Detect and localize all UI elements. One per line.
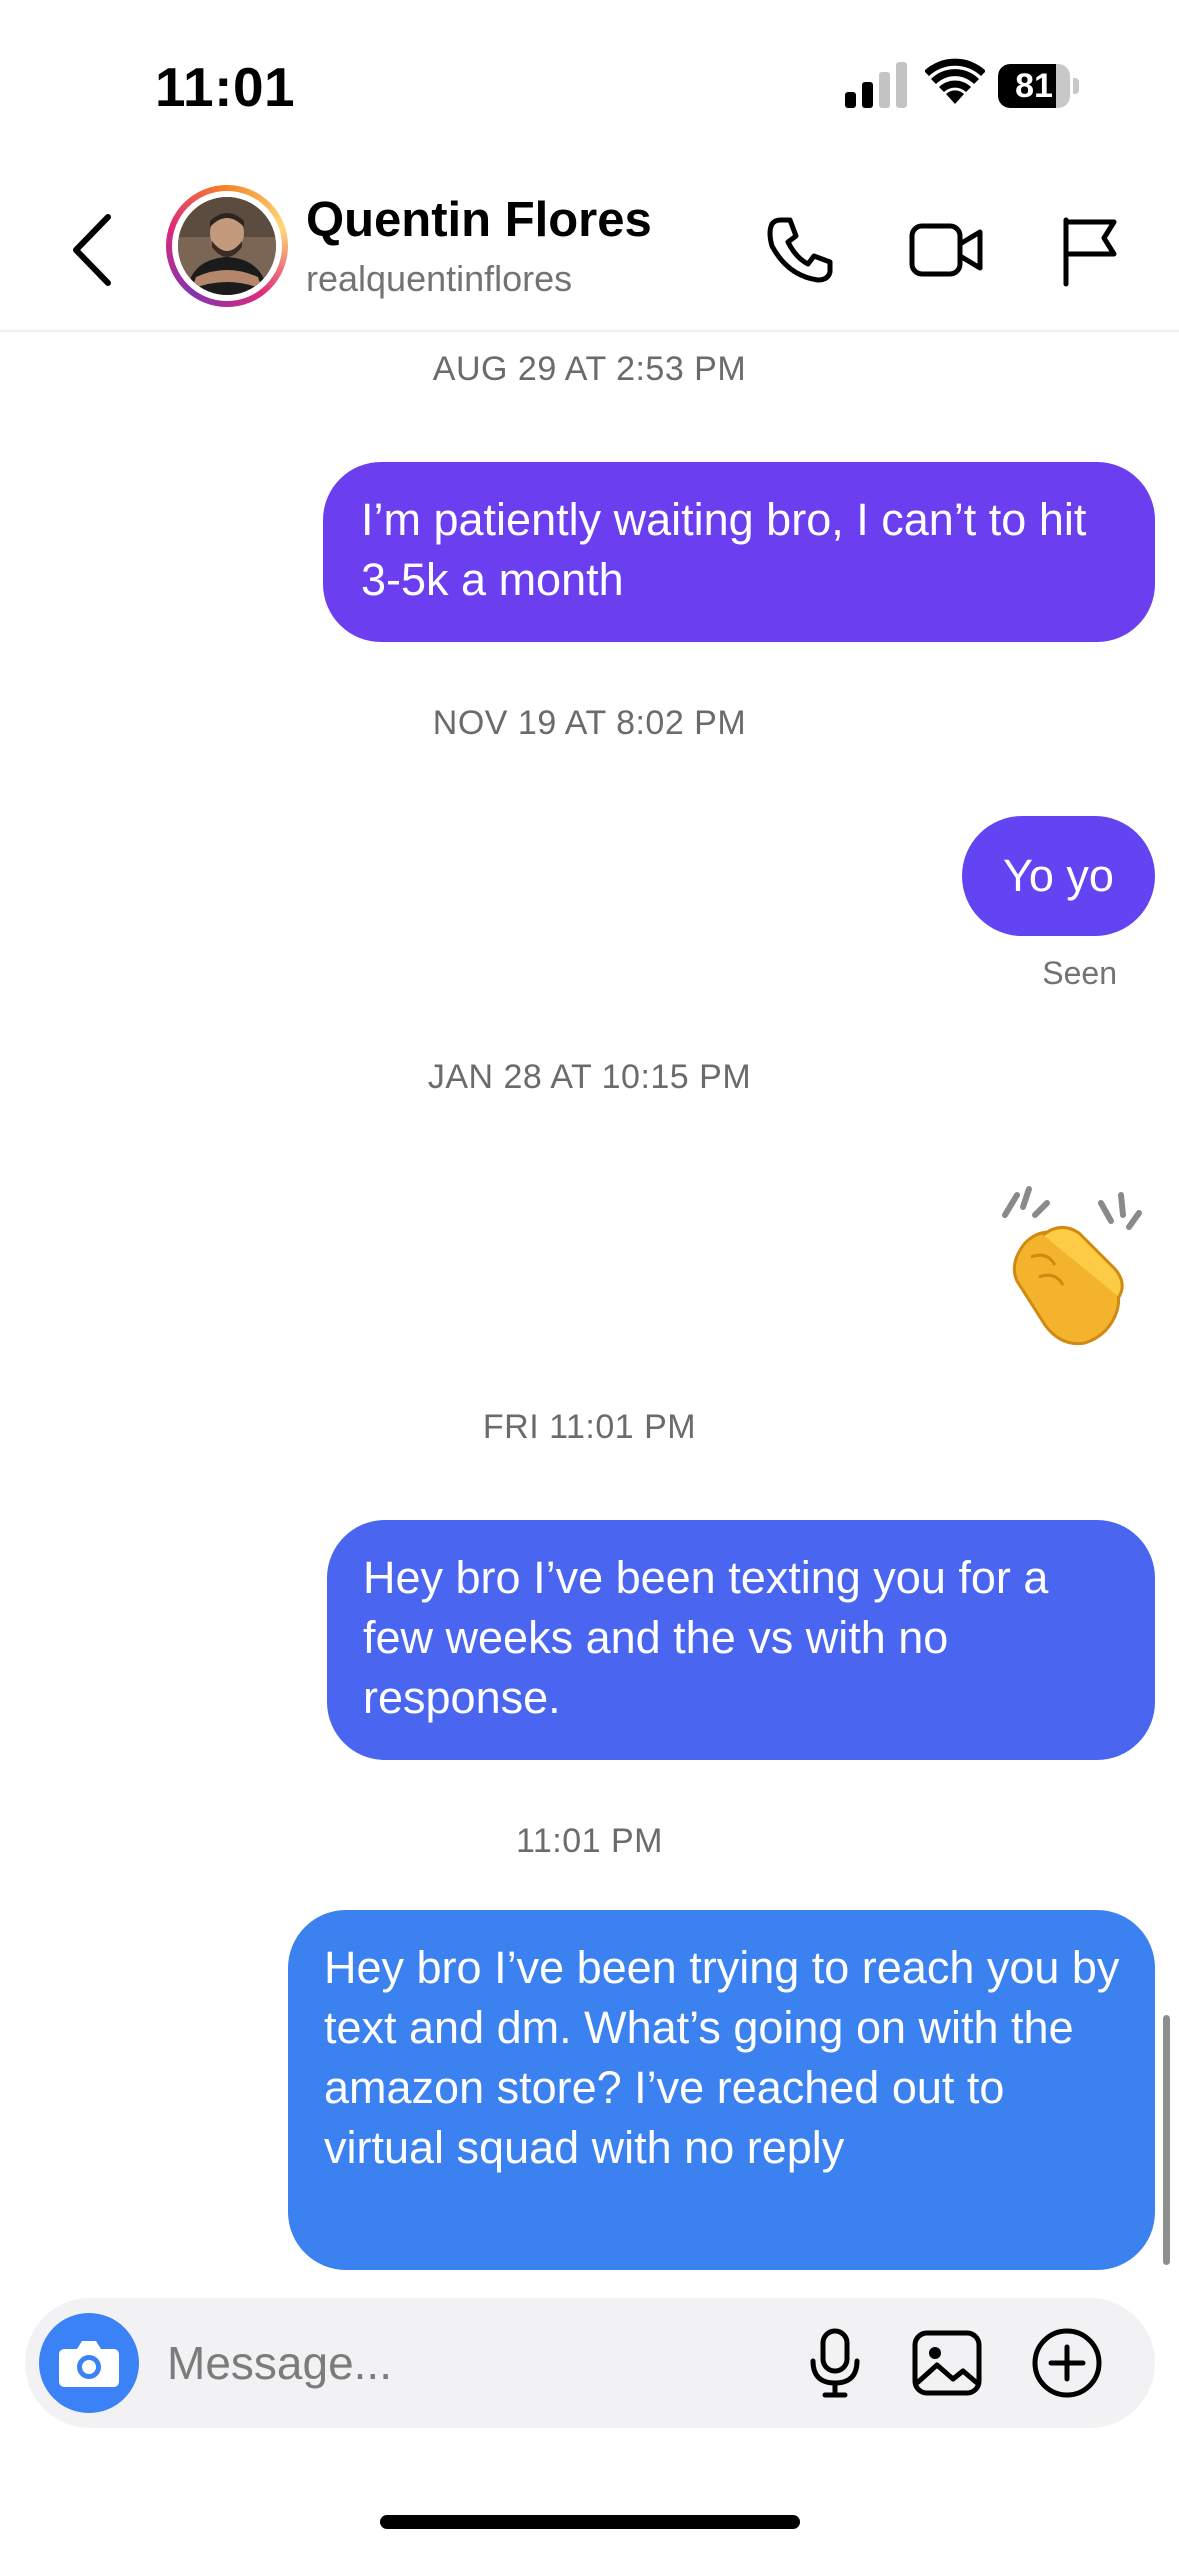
cellular-signal-icon bbox=[845, 62, 907, 108]
plus-circle-icon[interactable] bbox=[1027, 2323, 1107, 2403]
timestamp: JAN 28 AT 10:15 PM bbox=[427, 1058, 752, 1096]
timestamp: FRI 11:01 PM bbox=[482, 1408, 697, 1446]
sent-message-bubble[interactable]: Hey bro I’ve been texting you for a few … bbox=[327, 1520, 1155, 1760]
clapping-hands-icon bbox=[1002, 1186, 1142, 1346]
phone-icon[interactable] bbox=[758, 210, 838, 290]
microphone-icon[interactable] bbox=[795, 2323, 875, 2403]
timestamp: 11:01 PM bbox=[515, 1822, 663, 1860]
chat-header: Quentin Flores realquentinflores bbox=[0, 170, 1179, 332]
contact-name[interactable]: Quentin Flores bbox=[306, 192, 652, 248]
video-camera-icon[interactable] bbox=[906, 210, 986, 290]
camera-button[interactable] bbox=[39, 2313, 139, 2413]
status-bar: 11:01 81 bbox=[0, 0, 1179, 170]
sent-message-bubble[interactable]: I’m patiently waiting bro, I can’t to hi… bbox=[323, 462, 1155, 642]
timestamp: NOV 19 AT 8:02 PM bbox=[432, 704, 747, 742]
home-indicator[interactable] bbox=[380, 2515, 800, 2529]
scroll-indicator[interactable] bbox=[1163, 2015, 1170, 2265]
sent-message-bubble[interactable]: Yo yo bbox=[962, 816, 1155, 936]
message-input[interactable] bbox=[167, 2324, 767, 2402]
contact-handle[interactable]: realquentinflores bbox=[306, 258, 572, 300]
flag-icon[interactable] bbox=[1050, 210, 1130, 290]
wifi-icon bbox=[925, 58, 985, 104]
status-time: 11:01 bbox=[155, 56, 296, 118]
avatar[interactable] bbox=[178, 197, 276, 295]
sent-message-bubble[interactable]: Hey bro I’ve been trying to reach you by… bbox=[288, 1910, 1155, 2270]
message-composer bbox=[25, 2298, 1155, 2428]
battery-level: 81 bbox=[1015, 67, 1053, 105]
avatar-story-ring[interactable] bbox=[166, 185, 288, 307]
chevron-left-icon[interactable] bbox=[60, 205, 130, 295]
seen-status: Seen bbox=[1042, 955, 1117, 991]
clapping-hands-emoji-message[interactable] bbox=[995, 1185, 1145, 1355]
avatar-photo bbox=[178, 197, 276, 295]
battery-icon: 81 bbox=[998, 64, 1080, 108]
timestamp: AUG 29 AT 2:53 PM bbox=[432, 350, 747, 388]
image-icon[interactable] bbox=[907, 2323, 987, 2403]
camera-icon bbox=[59, 2341, 119, 2387]
